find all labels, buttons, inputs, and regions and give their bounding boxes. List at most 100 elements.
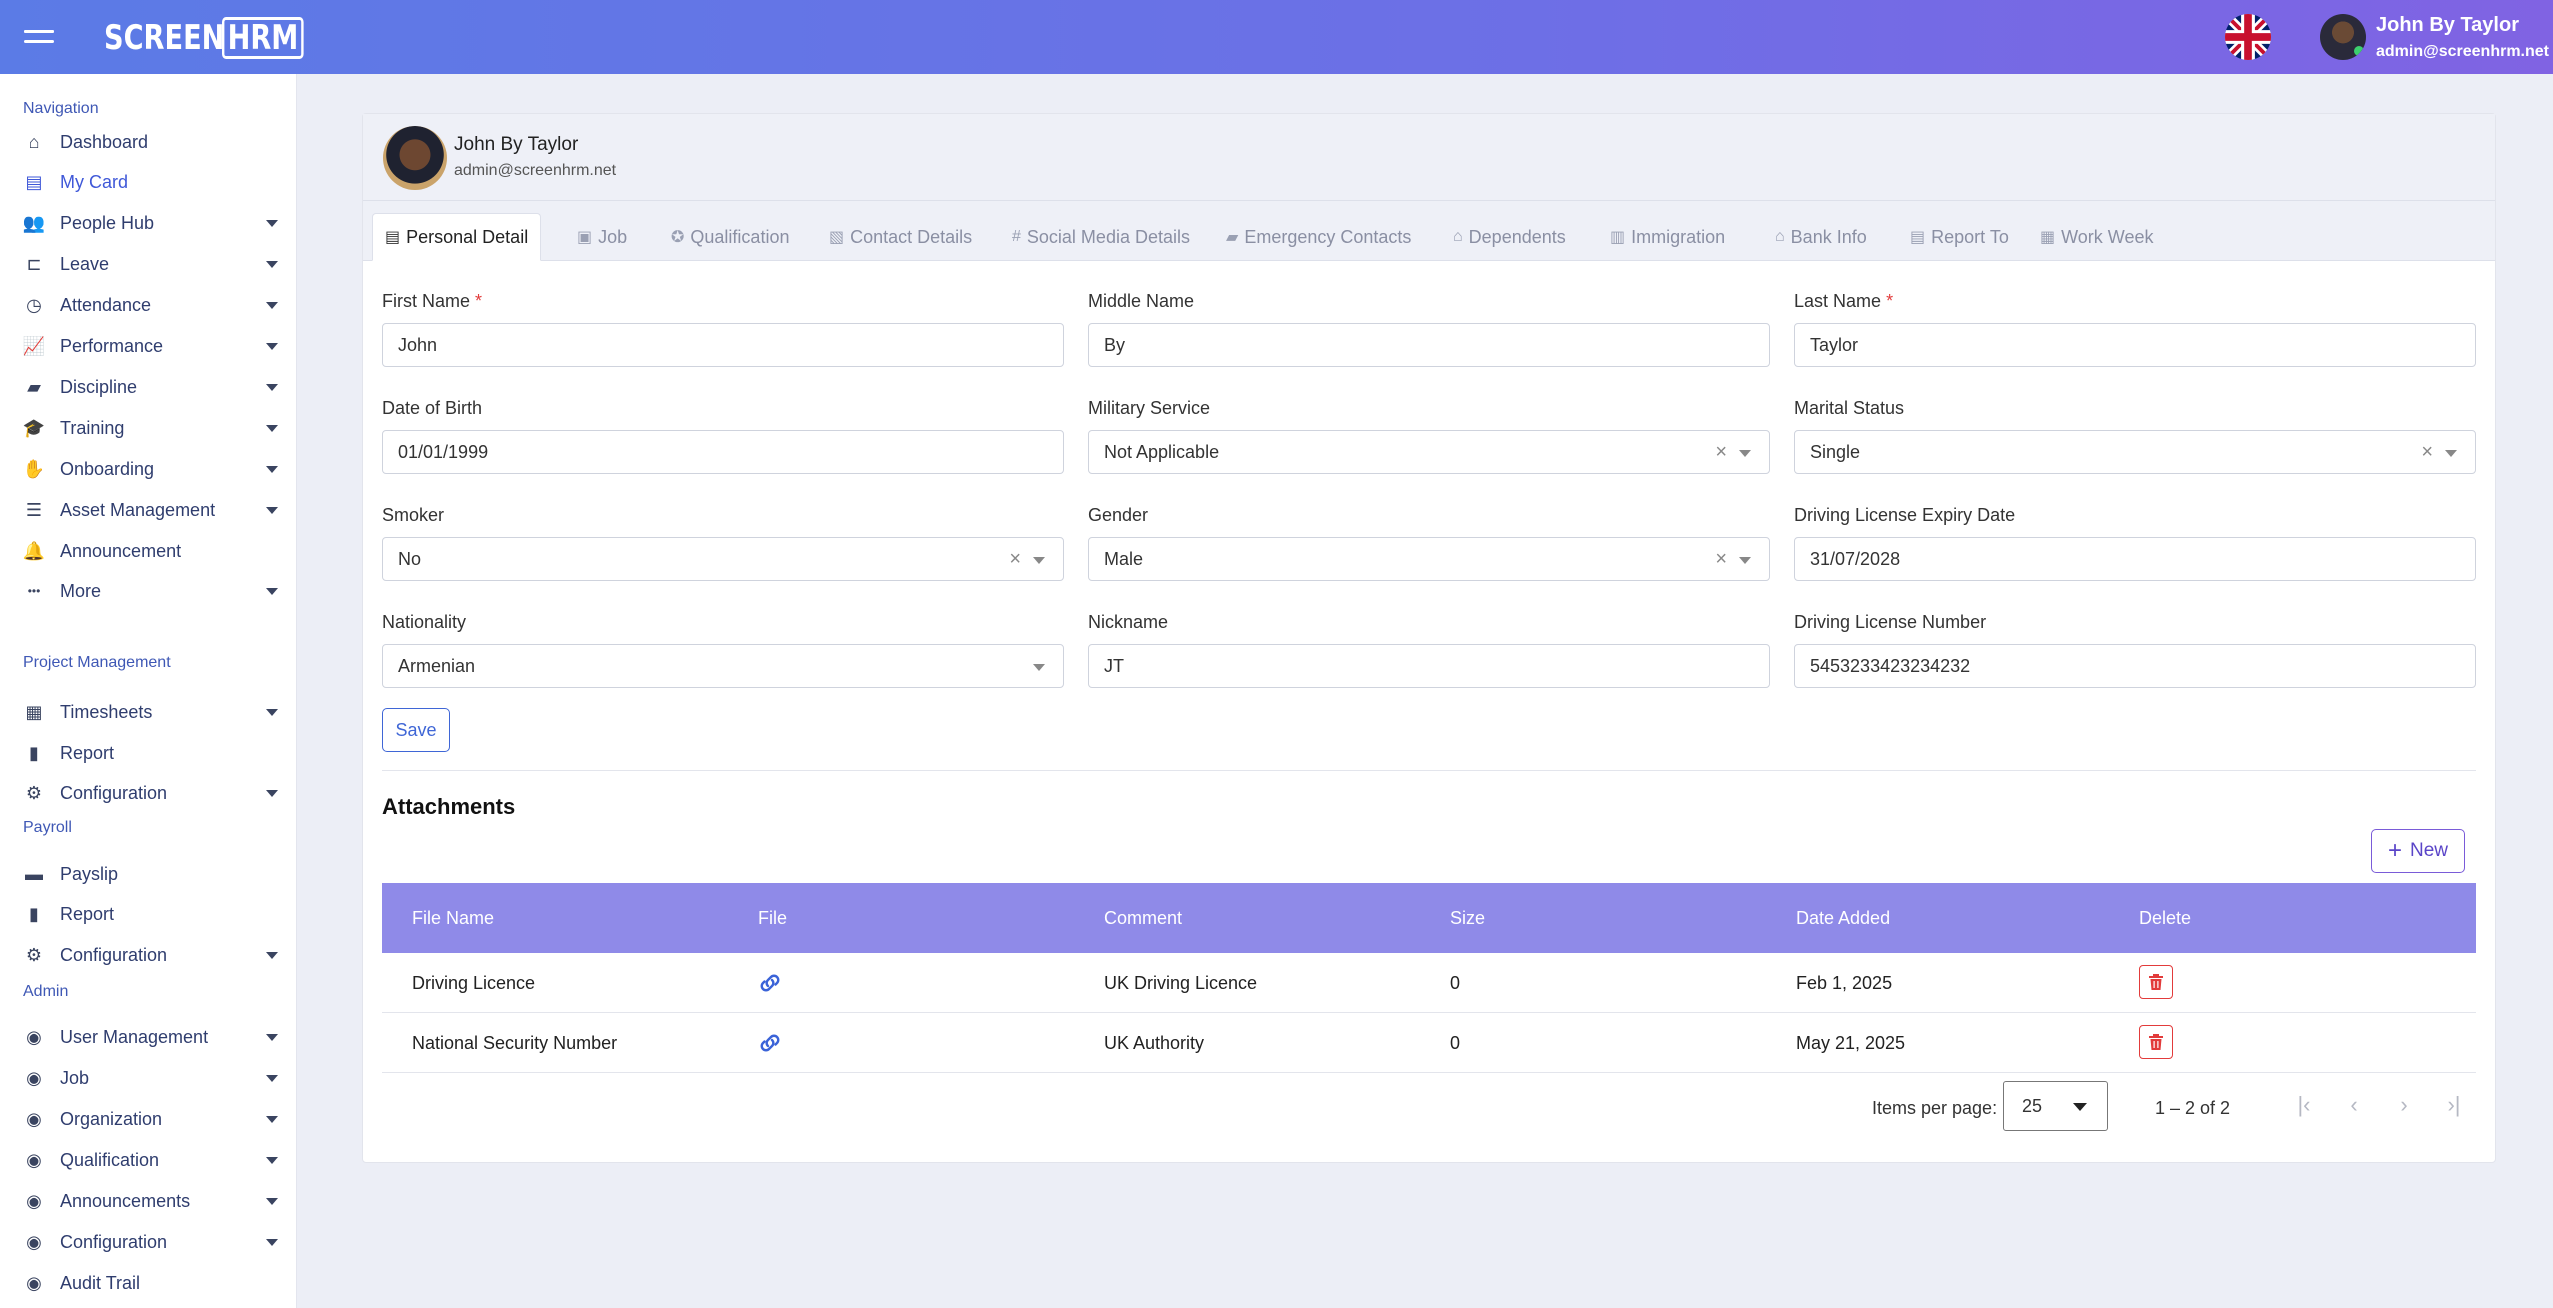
chevron-down-icon[interactable] — [2445, 450, 2457, 457]
logo[interactable]: SCREEN HRM — [104, 17, 324, 59]
chevron-down-icon[interactable] — [266, 1239, 278, 1246]
sidebar-item-asset-management[interactable]: ☰ Asset Management — [23, 494, 278, 526]
home-icon: ⌂ — [28, 131, 40, 152]
chevron-down-icon[interactable] — [1033, 557, 1045, 564]
nickname-field[interactable]: JT — [1088, 644, 1770, 688]
page-size-select[interactable]: 25 — [2003, 1081, 2108, 1131]
sidebar-item-dashboard[interactable]: ⌂ Dashboard — [23, 126, 278, 158]
tab-job[interactable]: ▣ Job — [565, 213, 639, 261]
sidebar-item-announcement[interactable]: 🔔 Announcement — [23, 535, 278, 567]
tab-dependents[interactable]: ⌂ Dependents — [1441, 213, 1578, 261]
chevron-down-icon[interactable] — [266, 261, 278, 268]
menu-icon[interactable] — [24, 30, 54, 46]
chevron-down-icon[interactable] — [266, 343, 278, 350]
chevron-down-icon[interactable] — [266, 384, 278, 391]
prev-page-icon[interactable]: ‹ — [2339, 1090, 2369, 1120]
save-button[interactable]: Save — [382, 708, 450, 752]
clear-icon[interactable]: × — [1715, 441, 1727, 464]
chevron-down-icon[interactable] — [266, 220, 278, 227]
language-flag-icon[interactable] — [2225, 14, 2271, 60]
sidebar-item-more[interactable]: ••• More — [23, 575, 278, 607]
delete-button[interactable] — [2139, 965, 2173, 999]
dob-field[interactable]: 01/01/1999 — [382, 430, 1064, 474]
clear-icon[interactable]: × — [2421, 441, 2433, 464]
sidebar-item-job[interactable]: ◉ Job — [23, 1062, 278, 1094]
sidebar-item-report[interactable]: ▮ Report — [23, 898, 278, 930]
sidebar-item-qualification[interactable]: ◉ Qualification — [23, 1144, 278, 1176]
sidebar-item-announcements[interactable]: ◉ Announcements — [23, 1185, 278, 1217]
chevron-down-icon[interactable] — [266, 425, 278, 432]
tab-emergency-contacts[interactable]: ▰ Emergency Contacts — [1214, 213, 1423, 261]
tab-report-to[interactable]: ▤ Report To — [1898, 213, 2021, 261]
next-page-icon[interactable]: › — [2389, 1090, 2419, 1120]
chevron-down-icon[interactable] — [266, 302, 278, 309]
sidebar-item-attendance[interactable]: ◷ Attendance — [23, 289, 278, 321]
sidebar-item-my-card[interactable]: ▤ My Card — [23, 166, 278, 198]
tab-work-week[interactable]: ▦ Work Week — [2028, 213, 2165, 261]
chevron-down-icon[interactable] — [1739, 557, 1751, 564]
chevron-down-icon[interactable] — [266, 588, 278, 595]
sidebar-item-performance[interactable]: 📈 Performance — [23, 330, 278, 362]
link-icon[interactable] — [758, 973, 782, 993]
sidebar-item-report[interactable]: ▮ Report — [23, 737, 278, 769]
sidebar-item-user-management[interactable]: ◉ User Management — [23, 1021, 278, 1053]
chevron-down-icon[interactable] — [266, 1075, 278, 1082]
gender-select[interactable]: Male × — [1088, 537, 1770, 581]
first-page-icon[interactable]: |‹ — [2289, 1090, 2319, 1120]
tab-personal-detail[interactable]: ▤ Personal Detail — [372, 213, 542, 261]
dl-number-field[interactable]: 5453233423234232 — [1794, 644, 2476, 688]
sidebar-item-people-hub[interactable]: 👥 People Hub — [23, 207, 278, 239]
user-menu[interactable]: John By Taylor admin@screenhrm.net — [2376, 14, 2549, 61]
sidebar-item-configuration[interactable]: ⚙ Configuration — [23, 939, 278, 971]
column-header[interactable]: File — [758, 908, 787, 929]
sidebar-item-audit-trail[interactable]: ◉ Audit Trail — [23, 1267, 278, 1299]
chevron-down-icon[interactable] — [266, 1157, 278, 1164]
marital-status-select[interactable]: Single × — [1794, 430, 2476, 474]
tab-social-media-details[interactable]: # Social Media Details — [1000, 213, 1202, 261]
chevron-down-icon[interactable] — [266, 1034, 278, 1041]
nationality-select[interactable]: Armenian — [382, 644, 1064, 688]
tab-contact-details[interactable]: ▧ Contact Details — [817, 213, 984, 261]
sidebar-item-leave[interactable]: ⊏ Leave — [23, 248, 278, 280]
last-page-icon[interactable]: ›| — [2439, 1090, 2469, 1120]
column-header[interactable]: Size — [1450, 908, 1485, 929]
chevron-down-icon[interactable] — [266, 466, 278, 473]
tab-bank-info[interactable]: ⌂ Bank Info — [1763, 213, 1879, 261]
chevron-down-icon[interactable] — [266, 1198, 278, 1205]
smoker-select[interactable]: No × — [382, 537, 1064, 581]
middle-name-field[interactable]: By — [1088, 323, 1770, 367]
delete-button[interactable] — [2139, 1025, 2173, 1059]
sidebar-item-organization[interactable]: ◉ Organization — [23, 1103, 278, 1135]
column-header[interactable]: Date Added — [1796, 908, 1890, 929]
tab-qualification[interactable]: ✪ Qualification — [659, 213, 801, 261]
last-name-field[interactable]: Taylor — [1794, 323, 2476, 367]
first-name-field[interactable]: John — [382, 323, 1064, 367]
sidebar-item-discipline[interactable]: ▰ Discipline — [23, 371, 278, 403]
new-attachment-button[interactable]: + New — [2371, 829, 2465, 873]
clear-icon[interactable]: × — [1715, 548, 1727, 571]
link-icon[interactable] — [758, 1033, 782, 1053]
chevron-down-icon[interactable] — [1739, 450, 1751, 457]
column-header[interactable]: Comment — [1104, 908, 1182, 929]
sidebar-item-configuration[interactable]: ◉ Configuration — [23, 1226, 278, 1258]
chevron-down-icon[interactable] — [266, 952, 278, 959]
sidebar-item-configuration[interactable]: ⚙ Configuration — [23, 777, 278, 809]
chevron-down-icon[interactable] — [266, 790, 278, 797]
bar-chart-icon: ▮ — [29, 903, 39, 924]
sidebar-item-onboarding[interactable]: ✋ Onboarding — [23, 453, 278, 485]
chevron-down-icon[interactable] — [1033, 664, 1045, 671]
tab-immigration[interactable]: ▥ Immigration — [1598, 213, 1737, 261]
column-header[interactable]: Delete — [2139, 908, 2191, 929]
sidebar-item-timesheets[interactable]: ▦ Timesheets — [23, 696, 278, 728]
user-avatar[interactable] — [2320, 14, 2366, 60]
dl-expiry-field[interactable]: 31/07/2028 — [1794, 537, 2476, 581]
profile-avatar[interactable] — [383, 126, 447, 190]
chevron-down-icon[interactable] — [266, 709, 278, 716]
chevron-down-icon[interactable] — [266, 507, 278, 514]
chevron-down-icon[interactable] — [266, 1116, 278, 1123]
sidebar-item-training[interactable]: 🎓 Training — [23, 412, 278, 444]
clear-icon[interactable]: × — [1009, 548, 1021, 571]
sidebar-item-payslip[interactable]: ▬ Payslip — [23, 858, 278, 890]
military-service-select[interactable]: Not Applicable × — [1088, 430, 1770, 474]
column-header[interactable]: File Name — [412, 908, 494, 929]
